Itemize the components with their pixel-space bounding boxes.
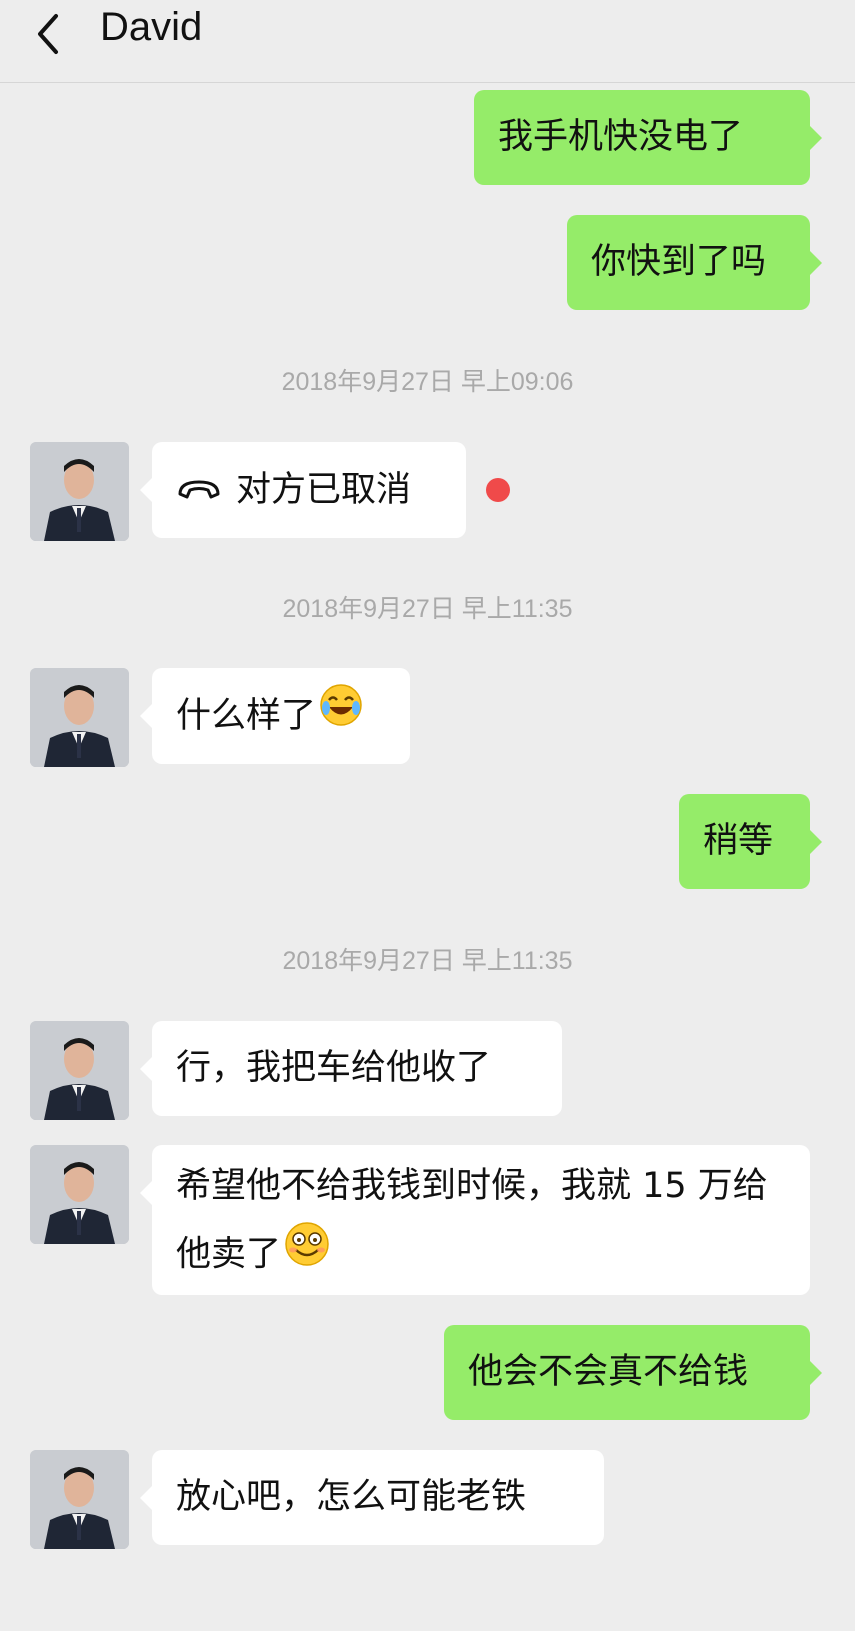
message-text: 放心吧，怎么可能老铁 [176, 1477, 527, 1517]
message-bubble-incoming[interactable]: 希望他不给我钱到时候，我就 15 万给他卖了 [140, 1145, 810, 1295]
message-text: 稍等 [703, 821, 774, 861]
chat-title: David [100, 5, 203, 49]
back-button[interactable] [28, 10, 72, 66]
message-bubble-outgoing[interactable]: 稍等 [679, 794, 822, 889]
message-text: 你快到了吗 [591, 242, 767, 282]
message-bubble-outgoing[interactable]: 我手机快没电了 [474, 90, 822, 185]
unread-dot [486, 478, 510, 502]
message-bubble-outgoing[interactable]: 你快到了吗 [567, 215, 822, 310]
avatar[interactable] [30, 1450, 129, 1549]
timestamp: 2018年9月27日 早上09:06 [281, 368, 574, 396]
message-text: 对方已取消 [236, 470, 412, 510]
message-text: 什么样了 [176, 696, 317, 736]
message-bubble-incoming[interactable]: 放心吧，怎么可能老铁 [140, 1450, 604, 1545]
message-text: 行，我把车给他收了 [176, 1048, 492, 1088]
message-text: 希望他不给我钱到时候，我就 15 万给他卖了 [176, 1166, 768, 1275]
timestamp: 2018年9月27日 早上11:35 [282, 947, 573, 975]
avatar[interactable] [30, 1145, 129, 1244]
chevron-left-icon [38, 14, 58, 54]
message-bubble-outgoing[interactable]: 他会不会真不给钱 [444, 1325, 822, 1420]
grinning-emoji [283, 1220, 331, 1291]
timestamp: 2018年9月27日 早上11:35 [282, 595, 573, 623]
hang-up-phone-icon [176, 443, 222, 539]
avatar[interactable] [30, 442, 129, 541]
message-text: 他会不会真不给钱 [468, 1352, 749, 1392]
message-bubble-incoming[interactable]: 什么样了 [140, 668, 410, 765]
avatar[interactable] [30, 1021, 129, 1120]
chat-header: David [0, 0, 855, 83]
message-bubble-incoming[interactable]: 行，我把车给他收了 [140, 1021, 562, 1116]
call-status-bubble[interactable]: 对方已取消 [140, 442, 466, 539]
avatar[interactable] [30, 668, 129, 767]
tears-of-joy-emoji [318, 669, 364, 765]
message-text: 我手机快没电了 [498, 117, 744, 157]
